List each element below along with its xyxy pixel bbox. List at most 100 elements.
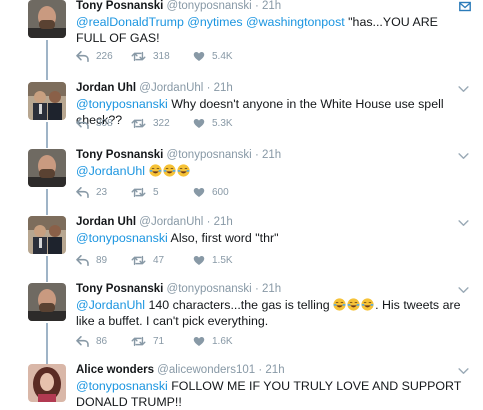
reply-count: 23 bbox=[96, 187, 108, 198]
mention-link[interactable]: @tonyposnanski bbox=[76, 97, 168, 111]
avatar[interactable] bbox=[28, 364, 66, 402]
display-name[interactable]: Alice wonders bbox=[76, 364, 154, 376]
mention-link[interactable]: @tonyposnanski bbox=[76, 379, 168, 393]
retweet-button[interactable]: 5 bbox=[131, 187, 193, 198]
separator: · bbox=[206, 216, 211, 228]
heart-icon bbox=[193, 51, 205, 62]
retweet-icon bbox=[131, 187, 146, 198]
heart-icon bbox=[193, 336, 205, 347]
envelope-icon[interactable] bbox=[459, 1, 471, 12]
tweet-text: @JordanUhl bbox=[76, 163, 471, 179]
mention-link[interactable]: @washingtonpost bbox=[246, 15, 345, 29]
reply-count: 86 bbox=[96, 336, 108, 347]
timestamp[interactable]: 21h bbox=[262, 0, 281, 12]
face-with-tears-of-joy-emoji bbox=[163, 164, 176, 177]
retweet-icon bbox=[131, 336, 146, 347]
tweet[interactable]: Jordan Uhl @JordanUhl · 21h @tonyposnans… bbox=[0, 82, 483, 148]
mention-link[interactable]: @JordanUhl bbox=[76, 298, 145, 312]
avatar[interactable] bbox=[28, 216, 66, 254]
mention-link[interactable]: @realDonaldTrump bbox=[76, 15, 184, 29]
user-handle[interactable]: @JordanUhl bbox=[139, 216, 203, 228]
user-handle[interactable]: @tonyposnanski bbox=[167, 283, 252, 295]
tweet[interactable]: Tony Posnanski @tonyposnanski · 21h @rea… bbox=[0, 0, 483, 66]
retweet-button[interactable]: 71 bbox=[131, 336, 193, 347]
avatar[interactable] bbox=[28, 82, 66, 120]
reply-count: 308 bbox=[96, 118, 113, 129]
tweet-text: @tonyposnanski FOLLOW ME IF YOU TRULY LO… bbox=[76, 378, 471, 410]
retweet-count: 71 bbox=[153, 336, 165, 347]
chevron-down-icon[interactable] bbox=[458, 368, 469, 375]
avatar[interactable] bbox=[28, 283, 66, 321]
user-handle[interactable]: @tonyposnanski bbox=[167, 0, 252, 12]
tweet-body-text: Also, first word "thr" bbox=[167, 231, 279, 245]
like-button[interactable]: 600 bbox=[193, 187, 229, 198]
retweet-button[interactable]: 318 bbox=[131, 51, 193, 62]
reply-button[interactable]: 23 bbox=[76, 187, 131, 198]
user-handle[interactable]: @tonyposnanski bbox=[167, 149, 252, 161]
retweet-button[interactable]: 47 bbox=[131, 255, 193, 266]
mention-link[interactable]: @nytimes bbox=[187, 15, 242, 29]
tweet-body-text: 140 characters...the gas is telling bbox=[145, 298, 334, 312]
mention-link[interactable]: @tonyposnanski bbox=[76, 231, 168, 245]
display-name[interactable]: Tony Posnanski bbox=[76, 149, 163, 161]
like-button[interactable]: 5.3K bbox=[193, 118, 233, 129]
tweet-text: @realDonaldTrump @nytimes @washingtonpos… bbox=[76, 14, 471, 46]
tweet-actions: 226 318 5.4K bbox=[76, 51, 233, 62]
tweet-header: Tony Posnanski @tonyposnanski · 21h bbox=[76, 0, 281, 13]
tweet[interactable]: Jordan Uhl @JordanUhl · 21h @tonyposnans… bbox=[0, 216, 483, 282]
like-button[interactable]: 1.5K bbox=[193, 255, 233, 266]
reply-button[interactable]: 226 bbox=[76, 51, 131, 62]
user-handle[interactable]: @JordanUhl bbox=[139, 82, 203, 94]
timestamp[interactable]: 21h bbox=[214, 82, 233, 94]
face-with-tears-of-joy-emoji bbox=[177, 164, 190, 177]
display-name[interactable]: Tony Posnanski bbox=[76, 0, 163, 12]
reply-button[interactable]: 86 bbox=[76, 336, 131, 347]
like-count: 5.4K bbox=[212, 51, 233, 62]
heart-icon bbox=[193, 187, 205, 198]
display-name[interactable]: Jordan Uhl bbox=[76, 216, 136, 228]
tweet[interactable]: Tony Posnanski @tonyposnanski · 21h @Jor… bbox=[0, 283, 483, 363]
separator: · bbox=[254, 283, 259, 295]
chevron-down-icon[interactable] bbox=[458, 287, 469, 294]
reply-button[interactable]: 308 bbox=[76, 118, 131, 129]
tweet[interactable]: Tony Posnanski @tonyposnanski · 21h @Jor… bbox=[0, 149, 483, 215]
tweet-text: @tonyposnanski Also, first word "thr" bbox=[76, 230, 471, 246]
like-button[interactable]: 5.4K bbox=[193, 51, 233, 62]
timestamp[interactable]: 21h bbox=[214, 216, 233, 228]
tweet-actions: 89 47 1.5K bbox=[76, 255, 233, 266]
separator: · bbox=[206, 82, 211, 94]
like-count: 600 bbox=[212, 187, 229, 198]
chevron-down-icon[interactable] bbox=[458, 220, 469, 227]
retweet-icon bbox=[131, 255, 146, 266]
reply-count: 89 bbox=[96, 255, 108, 266]
like-count: 1.6K bbox=[212, 336, 233, 347]
retweet-icon bbox=[131, 51, 146, 62]
reply-icon bbox=[76, 51, 89, 62]
tweet[interactable]: Alice wonders @alicewonders101 · 21h @to… bbox=[0, 364, 483, 409]
retweet-icon bbox=[131, 118, 146, 129]
chevron-down-icon[interactable] bbox=[458, 153, 469, 160]
timestamp[interactable]: 21h bbox=[265, 364, 284, 376]
reply-icon bbox=[76, 187, 89, 198]
heart-icon bbox=[193, 255, 205, 266]
chevron-down-icon[interactable] bbox=[458, 86, 469, 93]
avatar[interactable] bbox=[28, 0, 66, 38]
display-name[interactable]: Jordan Uhl bbox=[76, 82, 136, 94]
timestamp[interactable]: 21h bbox=[262, 283, 281, 295]
retweet-count: 318 bbox=[153, 51, 170, 62]
like-button[interactable]: 1.6K bbox=[193, 336, 233, 347]
avatar[interactable] bbox=[28, 149, 66, 187]
display-name[interactable]: Tony Posnanski bbox=[76, 283, 163, 295]
user-handle[interactable]: @alicewonders101 bbox=[157, 364, 255, 376]
reply-button[interactable]: 89 bbox=[76, 255, 131, 266]
reply-icon bbox=[76, 255, 89, 266]
separator: · bbox=[254, 149, 259, 161]
mention-link[interactable]: @JordanUhl bbox=[76, 164, 145, 178]
reply-icon bbox=[76, 336, 89, 347]
timestamp[interactable]: 21h bbox=[262, 149, 281, 161]
retweet-count: 322 bbox=[153, 118, 170, 129]
like-count: 5.3K bbox=[212, 118, 233, 129]
retweet-button[interactable]: 322 bbox=[131, 118, 193, 129]
retweet-count: 5 bbox=[153, 187, 159, 198]
reply-count: 226 bbox=[96, 51, 113, 62]
